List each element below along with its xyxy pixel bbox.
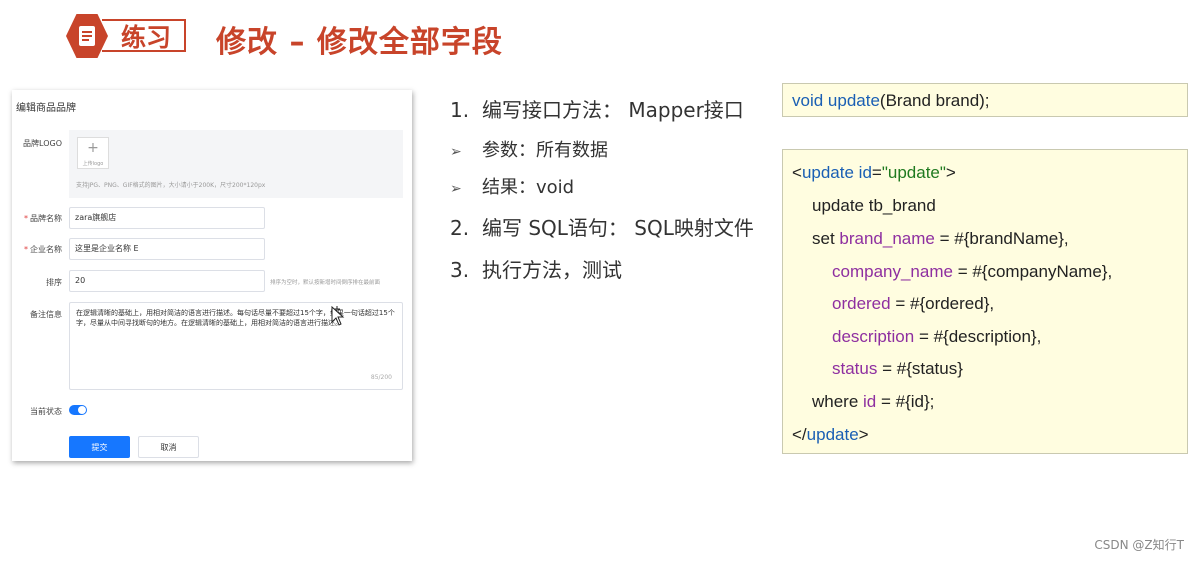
watermark: CSDN @Z知行T [1094, 538, 1184, 552]
status-toggle[interactable] [69, 405, 87, 415]
plus-icon: + [87, 140, 99, 156]
page-title: 修改 – 修改全部字段 [216, 25, 503, 60]
upload-logo-button[interactable]: + 上传logo [77, 137, 109, 169]
step-1: 1. 编写接口方法： Mapper接口 [450, 98, 744, 122]
upload-label: 上传logo [82, 161, 104, 167]
arrow-bullet-icon: ➢ [450, 181, 462, 197]
brand-name-label: * 品牌名称 [24, 214, 62, 223]
logo-hint: 支持JPG、PNG、GIF格式的图片，大小请小于200K，尺寸200*120px [76, 182, 266, 189]
method-signature-code: void update(Brand brand); [782, 83, 1188, 117]
description-char-count: 85/200 [370, 374, 392, 381]
logo-label: 品牌LOGO [23, 139, 62, 148]
move-cursor-icon [331, 306, 345, 326]
step-2: 2. 编写 SQL语句： SQL映射文件 [450, 216, 754, 240]
description-text: 在逻辑清晰的基础上，用相对简洁的语言进行描述。每句话尽量不要超过15个字，如果一… [76, 309, 395, 327]
step-1-sub-result: ➢ 结果：void [450, 177, 575, 198]
logo-upload-area: + 上传logo 支持JPG、PNG、GIF格式的图片，大小请小于200K，尺寸… [69, 130, 403, 198]
form-title: 编辑商品品牌 [16, 103, 76, 114]
badge-label: 练习 [102, 19, 186, 52]
step-1-sub-params: ➢ 参数：所有数据 [450, 140, 608, 161]
description-label: 备注信息 [30, 310, 62, 319]
cancel-button[interactable]: 取消 [138, 436, 199, 458]
edit-brand-form: 编辑商品品牌 品牌LOGO + 上传logo 支持JPG、PNG、GIF格式的图… [12, 90, 412, 461]
description-textarea[interactable]: 在逻辑清晰的基础上，用相对简洁的语言进行描述。每句话尽量不要超过15个字，如果一… [69, 302, 403, 390]
status-label: 当前状态 [30, 407, 62, 416]
toggle-knob [78, 406, 86, 414]
arrow-bullet-icon: ➢ [450, 144, 462, 160]
order-label: 排序 [46, 278, 62, 287]
order-input[interactable]: 20 [69, 270, 265, 292]
submit-button[interactable]: 提交 [69, 436, 130, 458]
company-name-label: * 企业名称 [24, 245, 62, 254]
brand-name-input[interactable]: zara旗舰店 [69, 207, 265, 229]
order-hint: 排序为空时，默认按新增时间倒序排在最前面 [270, 280, 381, 286]
sql-mapping-code: <update id="update"> update tb_brand set… [782, 149, 1188, 454]
step-3: 3. 执行方法，测试 [450, 258, 622, 282]
company-name-input[interactable]: 这里是企业名称 E [69, 238, 265, 260]
exercise-badge: 练习 [66, 14, 188, 58]
